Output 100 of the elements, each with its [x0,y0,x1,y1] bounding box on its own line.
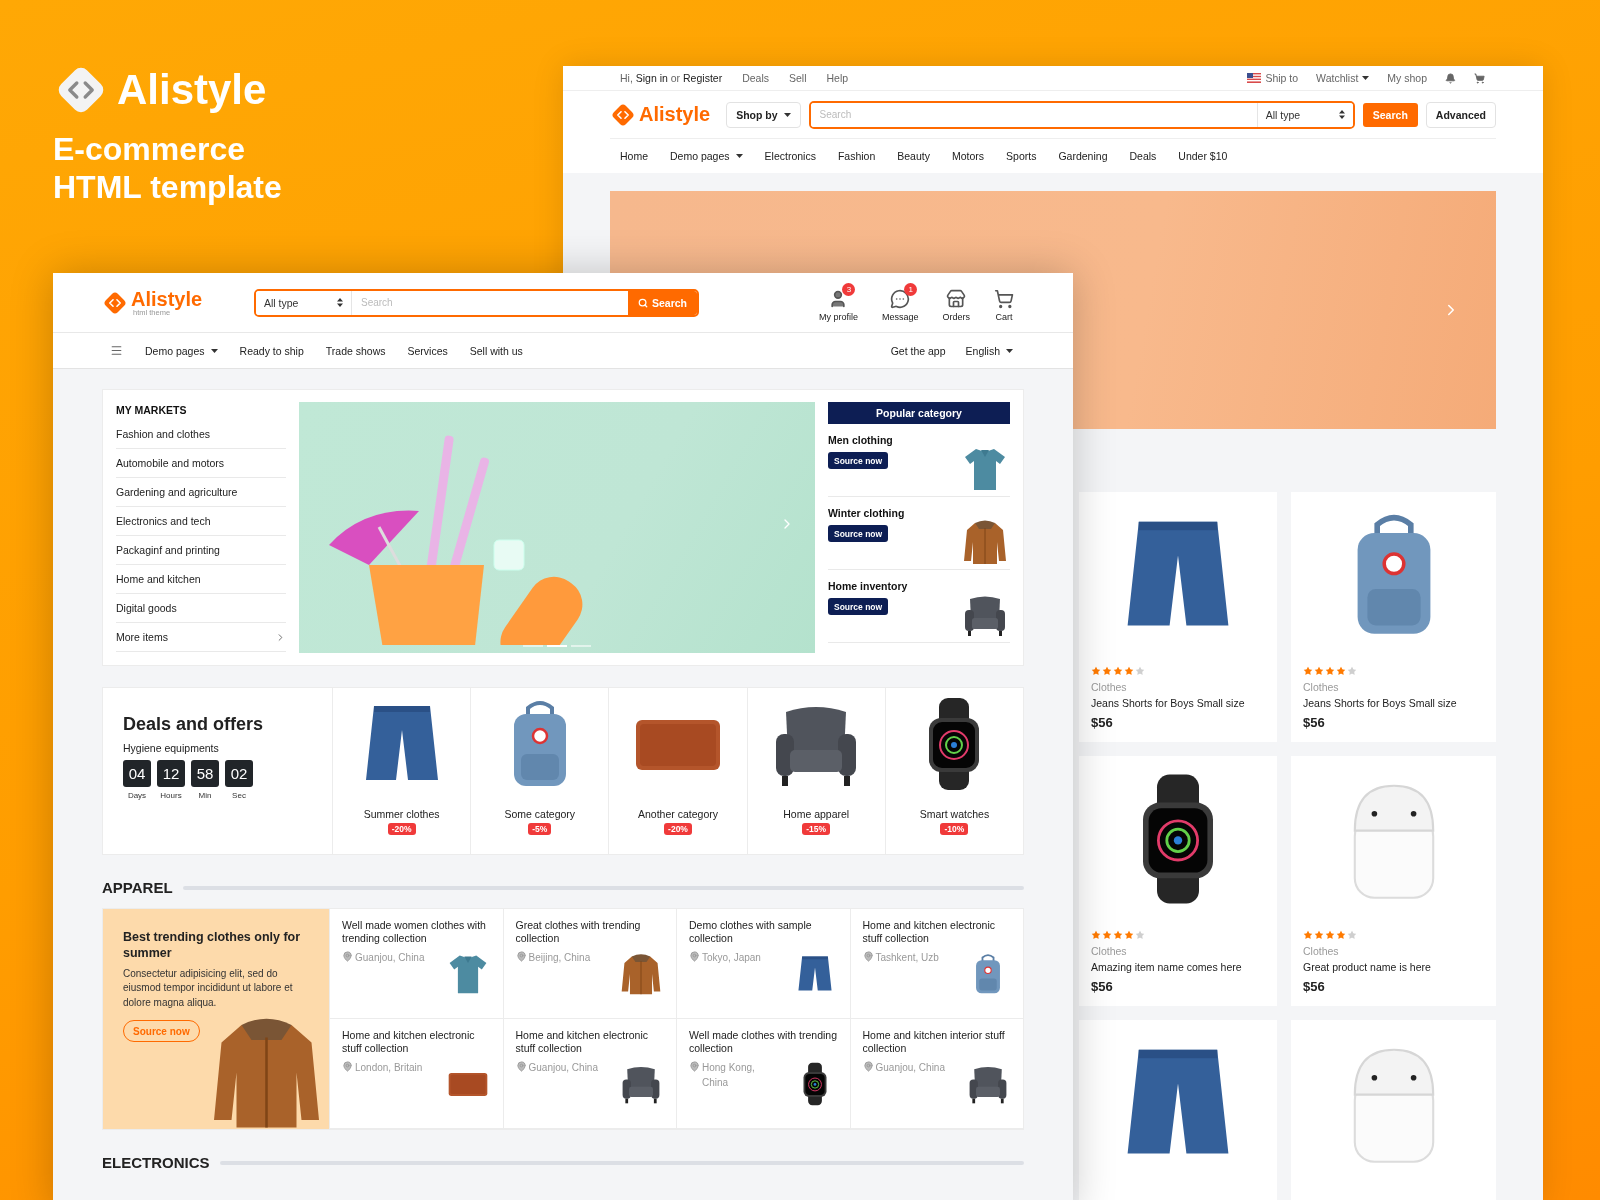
product-tile[interactable]: Demo clothes with sample collection Tokyo, Japan [676,909,850,1019]
deal-item[interactable]: Smart watches -10% [884,688,1023,854]
deal-item[interactable]: Some category -5% [470,688,609,854]
location-text: London, Britain [355,1061,423,1076]
header-action[interactable]: 1 Message [873,283,927,322]
market-link[interactable]: Digital goods [116,594,286,623]
cart-icon[interactable] [1474,72,1485,84]
product-card[interactable]: Clothes Jeans Shorts for Boys Small size $56 [1079,492,1277,742]
product-tile[interactable]: Well made women clothes with trending collection Guanjou, China [329,909,503,1019]
nav-link[interactable]: Trade shows [325,344,386,357]
product-category: Clothes [1303,945,1340,957]
location-text: Beijing, China [528,951,591,966]
header-action[interactable]: Cart [986,283,1022,322]
source-now-button[interactable]: Source now [828,525,889,542]
watchlist-link[interactable]: Watchlist [1316,72,1370,84]
type-select[interactable]: All type [1256,102,1353,127]
nav-link[interactable]: Electronics [764,150,816,162]
star-icon [1135,666,1145,676]
deal-item[interactable]: Home apparel -15% [746,688,885,854]
market-link[interactable]: Home and kitchen [116,565,286,594]
market-link[interactable]: Packaginf and printing [116,536,286,565]
flag-icon [1247,73,1262,83]
product-name: Jeans Shorts for Boys Small size [1303,697,1458,709]
top-link[interactable]: Deals [742,72,769,84]
nav-link[interactable]: Sell with us [469,344,523,357]
header-action[interactable]: Orders [934,283,978,322]
nav-link[interactable]: Gardening [1058,150,1108,162]
product-tile[interactable]: Home and kitchen electronic stuff collection Guanjou, China [502,1019,676,1129]
product-tile[interactable]: Great clothes with trending collection Beijing, China [502,909,676,1019]
promo-text: Consectetur adipisicing elit, sed do eiusmod tempor incididunt ut labore et dolore magna aliqua. [123,966,294,1010]
deal-item[interactable]: Summer clothes -20% [332,688,471,854]
top-link[interactable]: Sell [789,72,807,84]
section-title: ELECTRONICS [102,1154,210,1171]
product-card[interactable]: Clothes Great product name is here $56 [1291,756,1496,1006]
deal-item[interactable]: Another category -20% [608,688,747,854]
product-tile[interactable]: Home and kitchen interior stuff collection Guanjou, China [849,1019,1023,1129]
slide-indicator[interactable] [523,645,543,647]
market-link[interactable]: Fashion and clothes [116,420,286,449]
source-now-button[interactable]: Source now [828,452,889,469]
nav-link[interactable]: Get the app [890,344,946,357]
shop-by-button[interactable]: Shop by [726,101,801,128]
nav-link[interactable]: Demo pages [670,150,743,162]
location-text: Tashkent, Uzb [875,951,939,966]
slide-indicator[interactable] [547,645,567,647]
nav-link[interactable]: Services [407,344,448,357]
header-action[interactable]: 3 My profile [810,283,866,322]
nav-link[interactable]: Sports [1006,150,1037,162]
market-link[interactable]: Automobile and motors [116,449,286,478]
search-bar[interactable]: Search All type [808,100,1355,129]
product-price: $56 [1091,715,1114,730]
deals-subtitle: Hygiene equipments [123,742,220,754]
category-name: Men clothing [828,434,893,446]
nav-link[interactable]: Beauty [897,150,930,162]
product-card[interactable] [1079,1020,1277,1200]
market-link[interactable]: Electronics and tech [116,507,286,536]
star-icon [1091,666,1101,676]
star-icon [1336,666,1346,676]
star-icon [1124,666,1134,676]
store-icon [946,289,967,309]
markets-title: MY MARKETS [116,403,188,416]
product-card[interactable]: Clothes Amazing item name comes here $56 [1079,756,1277,1006]
ship-to-link[interactable]: Ship to [1247,72,1299,84]
countdown-unit: Sec [232,791,246,800]
nav-link[interactable]: Motors [952,150,985,162]
nav-link[interactable]: Deals [1129,150,1157,162]
nav-link[interactable]: Demo pages [145,344,218,357]
type-select[interactable]: All type [256,290,352,315]
product-card[interactable]: Clothes Jeans Shorts for Boys Small size $56 [1291,492,1496,742]
product-tile[interactable]: Home and kitchen electronic stuff collection London, Britain [329,1019,503,1129]
product-tile[interactable]: Well made clothes with trending collection Hong Kong, China [676,1019,850,1129]
discount-badge: -20% [664,823,692,835]
advanced-button[interactable]: Advanced [1425,101,1496,128]
popular-header: Popular category [828,402,1010,424]
product-name: Demo clothes with sample collection [689,919,813,946]
search-icon [637,297,648,308]
countdown-value: 58 [191,760,219,787]
menu-icon[interactable] [110,344,123,357]
nav-link[interactable]: Under $10 [1178,150,1228,162]
nav-link[interactable]: Home [620,150,648,162]
product-price: $56 [1303,979,1326,994]
product-name: Great clothes with trending collection [515,919,642,946]
nav-link[interactable]: Fashion [837,150,876,162]
discount-badge: -20% [387,823,416,835]
market-link[interactable]: More items [116,623,286,652]
top-link[interactable]: Help [826,72,849,84]
countdown-unit: Days [127,791,147,800]
star-icon [1124,930,1134,940]
market-link[interactable]: Gardening and agriculture [116,478,286,507]
nav-link[interactable]: English [965,344,1013,357]
slide-indicator[interactable] [571,645,591,647]
star-icon [1347,666,1357,676]
star-icon [1091,930,1101,940]
deals-title: Deals and offers [123,714,265,735]
category-name: Home inventory [828,580,908,592]
bell-icon[interactable] [1445,72,1456,84]
my-shop-link[interactable]: My shop [1387,72,1427,84]
nav-link[interactable]: Ready to ship [239,344,304,357]
source-now-button[interactable]: Source now [828,598,889,615]
search-bar[interactable]: All type Search Search [254,288,699,317]
product-tile[interactable]: Home and kitchen electronic stuff collection Tashkent, Uzb [849,909,1023,1019]
